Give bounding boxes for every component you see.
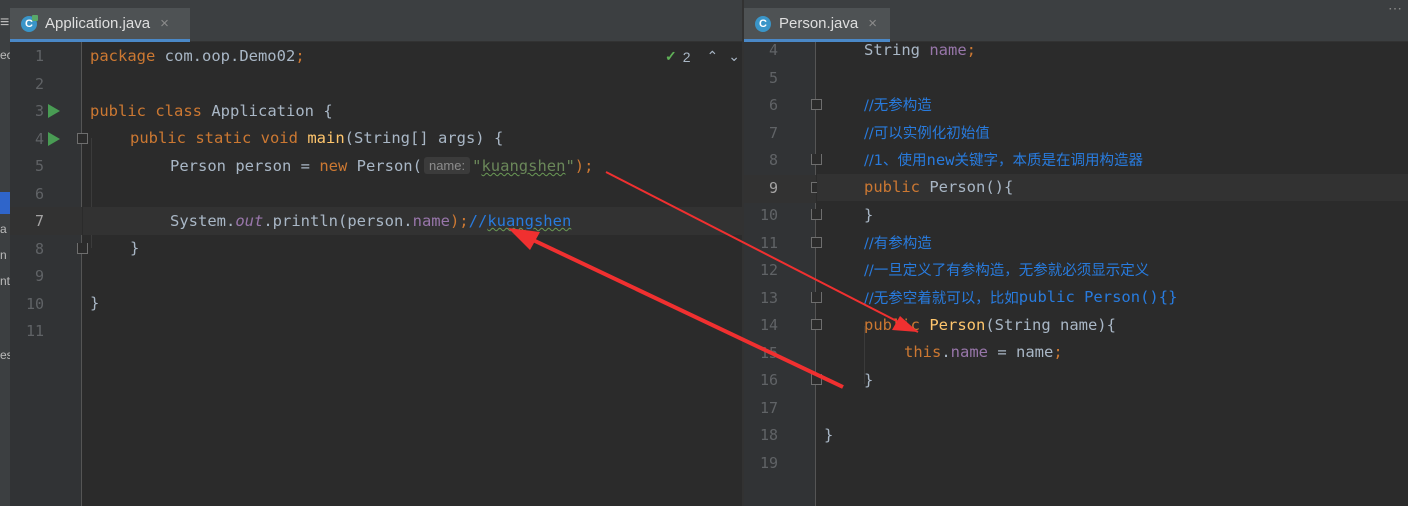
project-tree-selection <box>0 192 10 214</box>
line-number: 10 <box>759 206 778 224</box>
code-line: //可以实例化初始值 <box>864 125 990 142</box>
code-line: //无参空着就可以，比如 public Person(){} <box>864 288 1178 307</box>
line-number: 9 <box>34 267 44 285</box>
code-line: //无参构造 <box>864 98 932 115</box>
project-tree-fragment: n <box>0 248 7 262</box>
line-number: 3 <box>34 102 44 120</box>
line-number: 19 <box>759 453 778 472</box>
run-icon[interactable] <box>48 131 60 146</box>
code-line-current: System. out .println(person. name);//kuangs… <box>83 207 742 235</box>
code-line: } <box>90 294 100 313</box>
project-tree-fragment: a <box>0 222 7 236</box>
line-number: 11 <box>759 233 778 252</box>
line-number: 16 <box>759 371 778 389</box>
hamburger-icon[interactable]: ≡ <box>0 14 9 32</box>
left-editor-pane: C Application.java × ✓ 2 ⌃ ⌄ 1 2 3 4 5 6… <box>10 0 742 506</box>
line-number: 6 <box>768 96 778 114</box>
line-number: 10 <box>25 294 44 313</box>
line-number: 14 <box>759 316 778 334</box>
line-number: 2 <box>34 74 44 93</box>
line-number-current: 7 <box>34 212 44 230</box>
line-number: 6 <box>34 184 44 203</box>
project-tree-fragment: ec <box>0 48 10 62</box>
code-line: } <box>864 370 874 389</box>
left-code-area[interactable]: package com.oop.Demo02; public class App… <box>83 42 742 506</box>
line-number: 5 <box>34 157 44 175</box>
line-number: 11 <box>25 322 44 340</box>
tab-label: Person.java <box>779 15 859 32</box>
java-class-icon: C <box>21 14 38 32</box>
line-number: 1 <box>34 47 44 65</box>
tab-label: Application.java <box>45 15 151 32</box>
code-line: public class Application { <box>90 101 333 120</box>
line-number: 7 <box>768 123 778 142</box>
line-number: 12 <box>759 261 778 279</box>
line-number: 13 <box>759 288 778 307</box>
code-line: public static void main (String[] args) { <box>130 129 504 148</box>
project-tree-fragment: nt <box>0 274 10 288</box>
run-icon[interactable] <box>48 104 60 118</box>
line-number: 4 <box>768 41 778 59</box>
right-code-area[interactable]: String name; //无参构造 //可以实例化初始值 //1、使用 new… <box>817 36 1408 506</box>
project-tree-fragment: es <box>0 348 10 362</box>
line-number: 4 <box>34 129 44 148</box>
tab-application-java[interactable]: C Application.java × <box>10 8 190 42</box>
more-menu-icon[interactable]: ⋯ <box>1388 0 1402 17</box>
close-tab-icon[interactable]: × <box>868 15 877 32</box>
code-line: package com.oop.Demo02; <box>90 46 305 65</box>
line-number: 8 <box>768 151 778 169</box>
line-number: 17 <box>759 398 778 417</box>
left-tab-bar: C Application.java × <box>10 0 742 42</box>
code-line: String name; <box>864 40 976 59</box>
code-line: } <box>864 205 874 224</box>
code-line: //一旦定义了有参构造，无参就必须显示定义 <box>864 263 1150 280</box>
java-class-icon: C <box>755 15 771 32</box>
code-line: } <box>824 425 834 444</box>
close-tab-icon[interactable]: × <box>160 15 169 32</box>
line-number: 8 <box>34 239 44 258</box>
code-line: //1、使用 new 关键字，本质是在调用构造器 <box>864 150 1143 170</box>
code-line: //有参构造 <box>864 235 932 252</box>
code-line-current: public Person(){ <box>817 173 1408 201</box>
parameter-hint: name: <box>423 157 471 175</box>
project-tool-strip[interactable]: ≡ ec a n nt es <box>0 0 10 506</box>
line-number: 15 <box>759 343 778 362</box>
code-line: Person person = new Person(name: " kuangsh… <box>170 156 594 175</box>
line-number: 18 <box>759 426 778 444</box>
line-number: 5 <box>768 68 778 87</box>
code-line: public Person (String name){ <box>864 315 1116 334</box>
code-line: this. name = name; <box>904 343 1063 362</box>
right-editor-pane: C Person.java × ⋯ 4 5 6 7 8 9 10 11 12 1… <box>744 0 1408 506</box>
code-line: } <box>130 239 140 258</box>
line-number-current: 9 <box>768 178 778 197</box>
